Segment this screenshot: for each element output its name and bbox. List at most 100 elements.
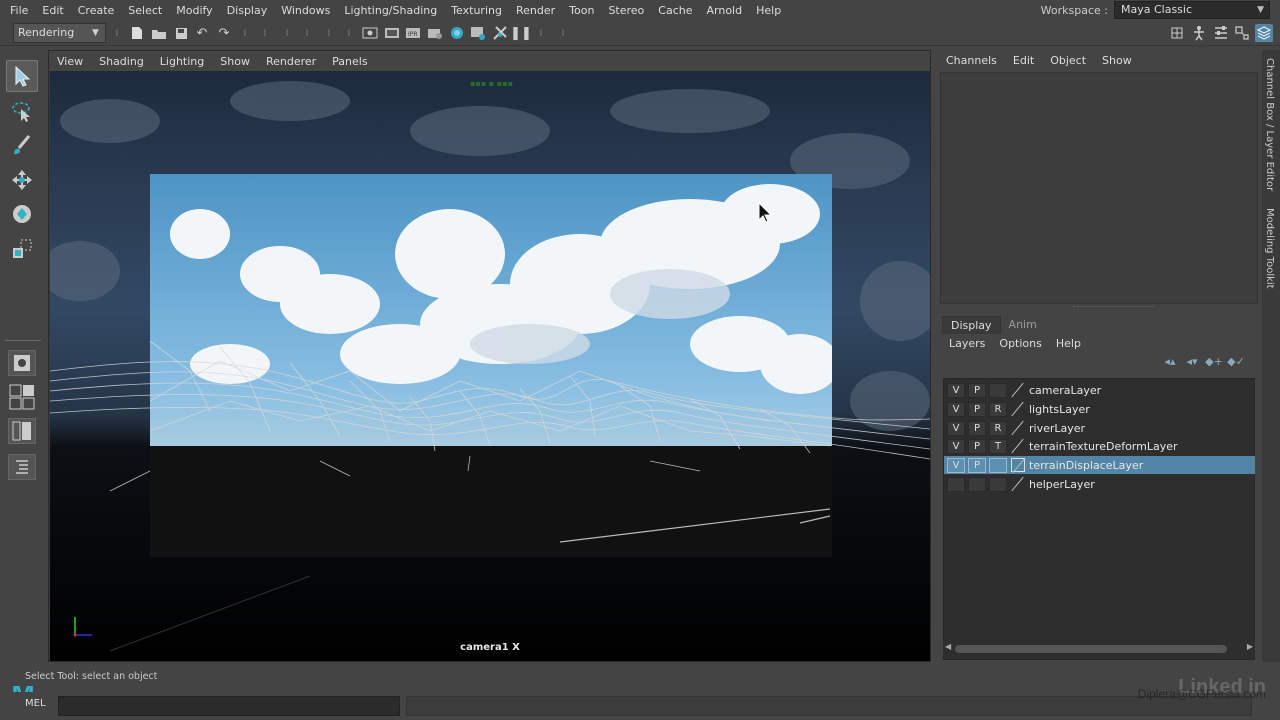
channel-box-menu-show[interactable]: Show xyxy=(1094,54,1140,67)
scale-tool-icon[interactable] xyxy=(6,233,38,265)
new-empty-layer-icon[interactable]: ◆+ xyxy=(1205,354,1223,368)
channel-box-menu-object[interactable]: Object xyxy=(1042,54,1094,67)
menu-lighting-shading[interactable]: Lighting/Shading xyxy=(337,4,444,17)
viewport-menu-lighting[interactable]: Lighting xyxy=(152,55,212,68)
hypershade-icon[interactable] xyxy=(448,24,466,42)
panel-resize-handle[interactable] xyxy=(1073,306,1153,310)
menu-modify[interactable]: Modify xyxy=(169,4,219,17)
paint-select-tool-icon[interactable] xyxy=(6,129,38,161)
move-layer-down-icon[interactable]: ◂▾ xyxy=(1184,354,1200,368)
layer-visibility-toggle[interactable]: V xyxy=(947,457,965,473)
layer-playback-toggle[interactable]: P xyxy=(968,382,986,398)
layer-visibility-toggle[interactable] xyxy=(947,476,965,492)
shelf-separator-icon[interactable]: ⁞ xyxy=(242,25,248,41)
channel-box-menu-edit[interactable]: Edit xyxy=(1005,54,1042,67)
layer-menu-help[interactable]: Help xyxy=(1049,337,1088,350)
four-view-layout-icon[interactable] xyxy=(8,384,36,410)
shelf-separator-icon[interactable]: ⁞ xyxy=(560,25,566,41)
menu-texturing[interactable]: Texturing xyxy=(444,4,509,17)
layer-color-swatch-icon[interactable] xyxy=(1011,477,1025,491)
menu-create[interactable]: Create xyxy=(71,4,122,17)
viewport-menu-panels[interactable]: Panels xyxy=(324,55,375,68)
script-language-toggle[interactable]: MEL xyxy=(25,698,46,709)
menu-select[interactable]: Select xyxy=(121,4,169,17)
layer-display-type-toggle[interactable]: R xyxy=(989,401,1007,417)
save-scene-icon[interactable] xyxy=(172,24,190,42)
menu-arnold[interactable]: Arnold xyxy=(700,4,750,17)
layer-color-swatch-icon[interactable] xyxy=(1011,439,1025,453)
menu-file[interactable]: File xyxy=(0,4,35,17)
pause-icon[interactable]: ❚❚ xyxy=(510,24,532,42)
outliner-layout-icon[interactable] xyxy=(8,454,36,480)
layer-playback-toggle[interactable]: P xyxy=(968,438,986,454)
layer-color-swatch-icon[interactable] xyxy=(1011,402,1025,416)
layer-visibility-toggle[interactable]: V xyxy=(947,382,965,398)
command-input[interactable] xyxy=(58,696,400,716)
scroll-left-arrow-icon[interactable]: ◀ xyxy=(945,642,951,651)
layer-playback-toggle[interactable]: P xyxy=(968,457,986,473)
layer-visibility-toggle[interactable]: V xyxy=(947,420,965,436)
shelf-separator-icon[interactable]: ⁞ xyxy=(538,25,544,41)
layer-color-swatch-icon[interactable] xyxy=(1011,383,1025,397)
layer-list-horizontal-scrollbar[interactable]: ◀ ▶ xyxy=(943,642,1255,656)
layer-color-swatch-icon[interactable] xyxy=(1011,421,1025,435)
modeling-toolkit-icon[interactable] xyxy=(1168,24,1186,42)
menu-cache[interactable]: Cache xyxy=(651,4,699,17)
render-sequence-icon[interactable] xyxy=(383,24,401,42)
rotate-tool-icon[interactable] xyxy=(6,198,38,230)
shelf-separator-icon[interactable]: ⁞ xyxy=(114,25,120,41)
layer-display-type-toggle[interactable] xyxy=(989,382,1007,398)
tab-anim[interactable]: Anim xyxy=(1001,316,1045,334)
render-view-icon[interactable] xyxy=(469,24,487,42)
menu-display[interactable]: Display xyxy=(220,4,275,17)
playblast-icon[interactable] xyxy=(491,24,509,42)
tab-channel-box-layer-editor[interactable]: Channel Box / Layer Editor xyxy=(1264,58,1275,191)
layer-display-type-toggle[interactable]: T xyxy=(989,438,1007,454)
shelf-separator-icon[interactable]: ⁞ xyxy=(326,25,332,41)
layer-playback-toggle[interactable]: P xyxy=(968,401,986,417)
new-scene-icon[interactable] xyxy=(128,24,146,42)
layer-playback-toggle[interactable]: P xyxy=(968,420,986,436)
open-scene-icon[interactable] xyxy=(150,24,168,42)
layer-row[interactable]: V P cameraLayer xyxy=(944,381,1255,399)
shelf-separator-icon[interactable]: ⁞ xyxy=(346,25,352,41)
tab-modeling-toolkit[interactable]: Modeling Toolkit xyxy=(1264,208,1275,289)
layer-row[interactable]: V P R riverLayer xyxy=(944,419,1255,437)
menu-stereo[interactable]: Stereo xyxy=(601,4,651,17)
shelf-separator-icon[interactable]: ⁞ xyxy=(284,25,290,41)
scrollbar-thumb[interactable] xyxy=(955,645,1227,653)
lasso-tool-icon[interactable] xyxy=(6,95,38,127)
undo-icon[interactable]: ↶ xyxy=(193,24,211,42)
attribute-editor-icon[interactable] xyxy=(1212,24,1230,42)
menu-set-dropdown[interactable]: Rendering ▼ xyxy=(13,23,106,43)
render-frame-icon[interactable] xyxy=(361,24,379,42)
render-settings-icon[interactable] xyxy=(426,24,444,42)
viewport-menu-renderer[interactable]: Renderer xyxy=(258,55,324,68)
move-layer-up-icon[interactable]: ◂▴ xyxy=(1162,354,1178,368)
menu-windows[interactable]: Windows xyxy=(274,4,337,17)
ipr-render-icon[interactable]: IPR xyxy=(404,24,422,42)
layer-row-selected[interactable]: V P terrainDisplaceLayer xyxy=(944,456,1255,474)
menu-help[interactable]: Help xyxy=(749,4,788,17)
redo-icon[interactable]: ↷ xyxy=(215,24,233,42)
layer-display-type-toggle[interactable]: R xyxy=(989,420,1007,436)
new-layer-from-selection-icon[interactable]: ◆✓ xyxy=(1227,354,1245,368)
move-tool-icon[interactable] xyxy=(6,164,38,196)
scroll-right-arrow-icon[interactable]: ▶ xyxy=(1247,642,1253,651)
menu-toon[interactable]: Toon xyxy=(562,4,601,17)
shelf-separator-icon[interactable]: ⁞ xyxy=(262,25,268,41)
viewport-menu-show[interactable]: Show xyxy=(212,55,258,68)
3d-viewport[interactable]: ▪▪▪ ▪ ▪▪▪ camera1 X xyxy=(50,71,930,661)
layer-display-type-toggle[interactable] xyxy=(989,476,1007,492)
shelf-separator-icon[interactable]: ⁞ xyxy=(304,25,310,41)
select-tool-icon[interactable] xyxy=(6,60,38,92)
menu-edit[interactable]: Edit xyxy=(35,4,70,17)
tab-display[interactable]: Display xyxy=(942,316,1001,334)
layer-display-type-toggle[interactable] xyxy=(989,457,1007,473)
layer-row[interactable]: V P R lightsLayer xyxy=(944,400,1255,418)
layer-playback-toggle[interactable] xyxy=(968,476,986,492)
menu-render[interactable]: Render xyxy=(509,4,562,17)
viewport-menu-shading[interactable]: Shading xyxy=(91,55,152,68)
layer-menu-layers[interactable]: Layers xyxy=(942,337,992,350)
layer-visibility-toggle[interactable]: V xyxy=(947,438,965,454)
